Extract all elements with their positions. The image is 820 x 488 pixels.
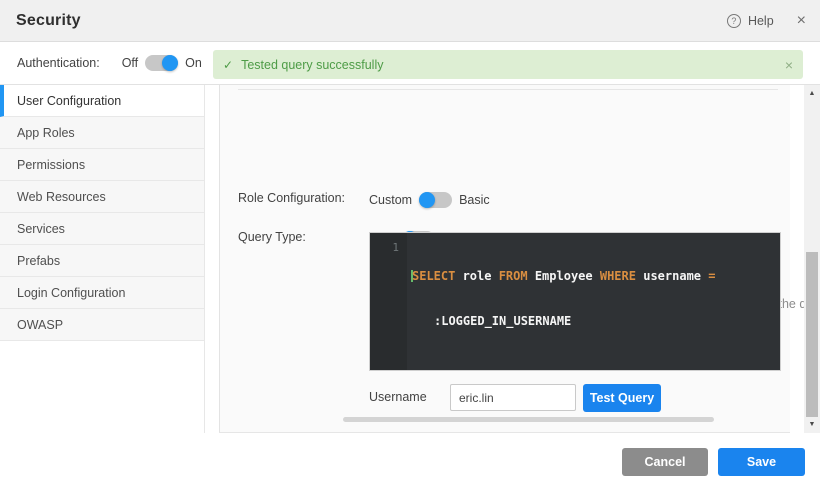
main-panel: Role Configuration: Custom Basic Query T… — [219, 85, 790, 433]
test-query-button[interactable]: Test Query — [583, 384, 661, 412]
header-actions: ? Help × — [727, 13, 806, 29]
sidebar-item-permissions[interactable]: Permissions — [0, 149, 204, 181]
sidebar-item-label: Services — [17, 222, 65, 236]
query-type-label: Query Type: — [238, 230, 306, 244]
sidebar-item-label: User Configuration — [17, 94, 121, 108]
vertical-scrollbar[interactable]: ▲ ▼ — [804, 85, 820, 433]
auth-on-label: On — [185, 56, 202, 70]
sql-identifier: username — [643, 269, 708, 283]
horizontal-scrollbar-thumb[interactable] — [343, 417, 714, 422]
sidebar-item-app-roles[interactable]: App Roles — [0, 117, 204, 149]
editor-line-number-gutter: 1 — [370, 233, 407, 370]
close-icon[interactable]: × — [797, 13, 806, 29]
auth-off-label: Off — [122, 56, 138, 70]
sql-operator: = — [708, 269, 715, 283]
line-number: 1 — [392, 241, 399, 254]
sidebar-item-label: Prefabs — [17, 254, 60, 268]
username-label: Username — [369, 390, 427, 404]
username-input[interactable] — [450, 384, 576, 411]
role-configuration-label: Role Configuration: — [238, 191, 345, 205]
sidebar: User Configuration App Roles Permissions… — [0, 85, 205, 433]
sidebar-item-label: Permissions — [17, 158, 85, 172]
cancel-button[interactable]: Cancel — [622, 448, 708, 476]
vertical-scrollbar-thumb[interactable] — [806, 252, 818, 417]
sql-identifier: Employee — [535, 269, 600, 283]
toggle-knob — [419, 192, 435, 208]
banner-close-icon[interactable]: × — [785, 58, 793, 72]
help-link[interactable]: Help — [748, 14, 774, 28]
sidebar-item-login-configuration[interactable]: Login Configuration — [0, 277, 204, 309]
sidebar-item-web-resources[interactable]: Web Resources — [0, 181, 204, 213]
sidebar-item-owasp[interactable]: OWASP — [0, 309, 204, 341]
sidebar-item-label: App Roles — [17, 126, 75, 140]
sql-keyword: FROM — [499, 269, 535, 283]
sidebar-item-label: OWASP — [17, 318, 63, 332]
sql-parameter: :LOGGED_IN_USERNAME — [434, 314, 571, 328]
success-banner: ✓ Tested query successfully × — [213, 50, 803, 79]
page-title: Security — [16, 12, 81, 30]
divider — [238, 89, 778, 90]
sql-keyword: WHERE — [600, 269, 643, 283]
scroll-up-icon[interactable]: ▲ — [804, 87, 820, 100]
sidebar-item-services[interactable]: Services — [0, 213, 204, 245]
code-editor[interactable]: 1 SELECT role FROM Employee WHERE userna… — [369, 232, 781, 371]
footer: Cancel Save — [0, 433, 820, 488]
banner-message: Tested query successfully — [241, 58, 383, 72]
sidebar-item-user-configuration[interactable]: User Configuration — [0, 85, 204, 117]
help-icon[interactable]: ? — [727, 14, 741, 28]
sidebar-item-label: Web Resources — [17, 190, 106, 204]
code-line: SELECT role FROM Employee WHERE username… — [411, 269, 774, 284]
auth-label: Authentication: — [17, 56, 100, 70]
custom-option-label: Custom — [369, 193, 412, 207]
sidebar-item-prefabs[interactable]: Prefabs — [0, 245, 204, 277]
editor-code-area[interactable]: SELECT role FROM Employee WHERE username… — [407, 233, 780, 370]
basic-option-label: Basic — [459, 193, 490, 207]
role-configuration-toggle-group: Custom Basic — [369, 192, 490, 208]
save-button[interactable]: Save — [718, 448, 805, 476]
auth-toggle[interactable] — [145, 55, 178, 71]
role-configuration-toggle[interactable] — [419, 192, 452, 208]
check-icon: ✓ — [223, 58, 233, 72]
toggle-knob — [162, 55, 178, 71]
sql-identifier: role — [463, 269, 499, 283]
app-header: Security ? Help × — [0, 0, 820, 42]
scroll-down-icon[interactable]: ▼ — [804, 418, 820, 431]
sql-keyword: SELECT — [412, 269, 463, 283]
code-line: :LOGGED_IN_USERNAME — [411, 314, 774, 329]
security-dialog: Security ? Help × Authentication: Off On… — [0, 0, 820, 488]
sidebar-item-label: Login Configuration — [17, 286, 125, 300]
